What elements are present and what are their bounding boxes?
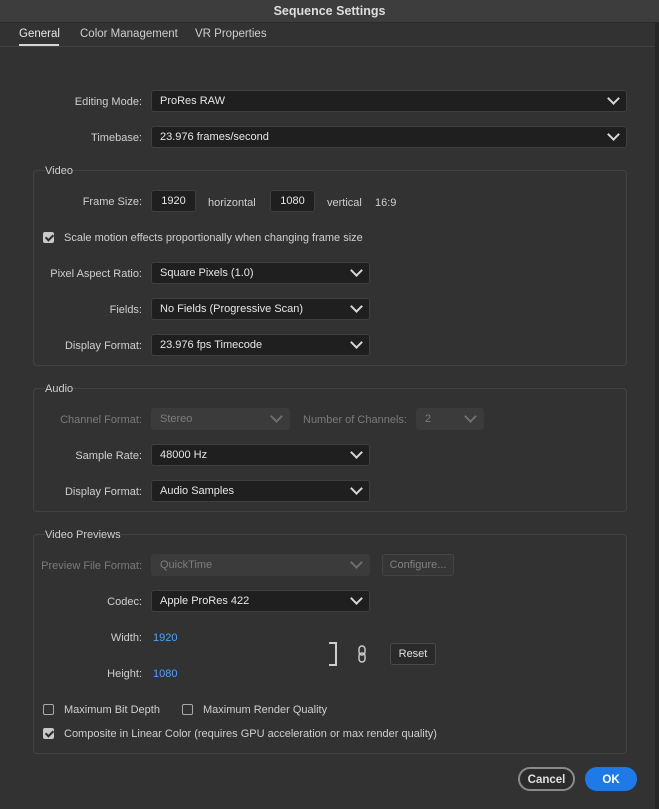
video-display-format-dropdown[interactable]: 23.976 fps Timecode (151, 334, 370, 356)
max-render-quality-checkbox[interactable] (182, 704, 193, 715)
video-display-format-value: 23.976 fps Timecode (160, 339, 263, 351)
number-of-channels-dropdown: 2 (416, 408, 484, 430)
editing-mode-label: Editing Mode: (74, 96, 142, 108)
cancel-button[interactable]: Cancel (518, 767, 575, 791)
audio-display-format-label: Display Format: (64, 486, 142, 498)
link-bracket (329, 642, 337, 666)
ok-button[interactable]: OK (585, 767, 637, 791)
audio-display-format-value: Audio Samples (160, 485, 234, 497)
number-of-channels-value: 2 (425, 413, 432, 425)
sample-rate-dropdown[interactable]: 48000 Hz (151, 444, 370, 466)
chain-link-icon[interactable] (356, 645, 368, 663)
vertical-label: vertical (327, 197, 362, 209)
window-edge (655, 23, 659, 809)
tabs-divider (0, 46, 655, 47)
audio-display-format-dropdown[interactable]: Audio Samples (151, 480, 370, 502)
chevron-down-icon (464, 410, 477, 423)
chevron-down-icon (350, 592, 363, 605)
composite-linear-label: Composite in Linear Color (requires GPU … (64, 728, 437, 740)
configure-button: Configure... (382, 554, 454, 576)
max-bit-depth-checkbox[interactable] (43, 704, 54, 715)
sample-rate-label: Sample Rate: (75, 450, 142, 462)
video-group-title: Video (45, 165, 73, 177)
fields-label: Fields: (109, 304, 142, 316)
channel-format-dropdown: Stereo (151, 408, 290, 430)
reset-button[interactable]: Reset (390, 643, 436, 665)
chevron-down-icon (607, 92, 620, 105)
pixel-aspect-ratio-dropdown[interactable]: Square Pixels (1.0) (151, 262, 370, 284)
chevron-down-icon (350, 300, 363, 313)
tab-general[interactable]: General (19, 28, 60, 40)
pixel-aspect-ratio-value: Square Pixels (1.0) (160, 267, 254, 279)
chevron-down-icon (350, 482, 363, 495)
editing-mode-value: ProRes RAW (160, 95, 225, 107)
codec-dropdown[interactable]: Apple ProRes 422 (151, 590, 370, 612)
preview-file-format-value: QuickTime (160, 559, 213, 571)
timebase-dropdown[interactable]: 23.976 frames/second (151, 126, 627, 148)
preview-width-value[interactable]: 1920 (153, 632, 177, 644)
chevron-down-icon (350, 556, 363, 569)
editing-mode-dropdown[interactable]: ProRes RAW (151, 90, 627, 112)
scale-motion-label: Scale motion effects proportionally when… (64, 232, 363, 244)
channel-format-label: Channel Format: (60, 414, 142, 426)
fields-dropdown[interactable]: No Fields (Progressive Scan) (151, 298, 370, 320)
codec-label: Codec: (107, 596, 142, 608)
timebase-label: Timebase: (91, 132, 142, 144)
preview-file-format-label: Preview File Format: (41, 560, 142, 572)
frame-height-input[interactable]: 1080 (270, 190, 315, 212)
max-render-quality-label: Maximum Render Quality (203, 704, 328, 716)
audio-group-title: Audio (45, 383, 74, 395)
chevron-down-icon (350, 446, 363, 459)
composite-linear-checkbox[interactable] (43, 728, 54, 739)
frame-width-input[interactable]: 1920 (151, 190, 196, 212)
video-previews-group-title: Video Previews (45, 529, 121, 541)
preview-width-label: Width: (110, 632, 142, 644)
codec-value: Apple ProRes 422 (160, 595, 250, 607)
frame-size-label: Frame Size: (82, 196, 142, 208)
channel-format-value: Stereo (160, 413, 193, 425)
tab-vr-properties[interactable]: VR Properties (195, 28, 267, 40)
preview-height-value[interactable]: 1080 (153, 668, 177, 680)
preview-height-label: Height: (107, 668, 142, 680)
timebase-value: 23.976 frames/second (160, 131, 269, 143)
tab-color-management[interactable]: Color Management (80, 28, 178, 40)
active-tab-indicator (19, 44, 59, 46)
window-title: Sequence Settings (0, 0, 659, 23)
pixel-aspect-ratio-label: Pixel Aspect Ratio: (50, 268, 142, 280)
aspect-ratio-readout: 16:9 (375, 197, 397, 209)
fields-value: No Fields (Progressive Scan) (160, 303, 304, 315)
preview-file-format-dropdown: QuickTime (151, 554, 370, 576)
chevron-down-icon (270, 410, 283, 423)
video-display-format-label: Display Format: (64, 340, 142, 352)
horizontal-label: horizontal (208, 197, 256, 209)
chevron-down-icon (350, 264, 363, 277)
chevron-down-icon (607, 128, 620, 141)
chevron-down-icon (350, 336, 363, 349)
scale-motion-checkbox[interactable] (43, 232, 54, 243)
max-bit-depth-label: Maximum Bit Depth (64, 704, 160, 716)
number-of-channels-label: Number of Channels: (303, 414, 407, 426)
sample-rate-value: 48000 Hz (160, 449, 208, 461)
